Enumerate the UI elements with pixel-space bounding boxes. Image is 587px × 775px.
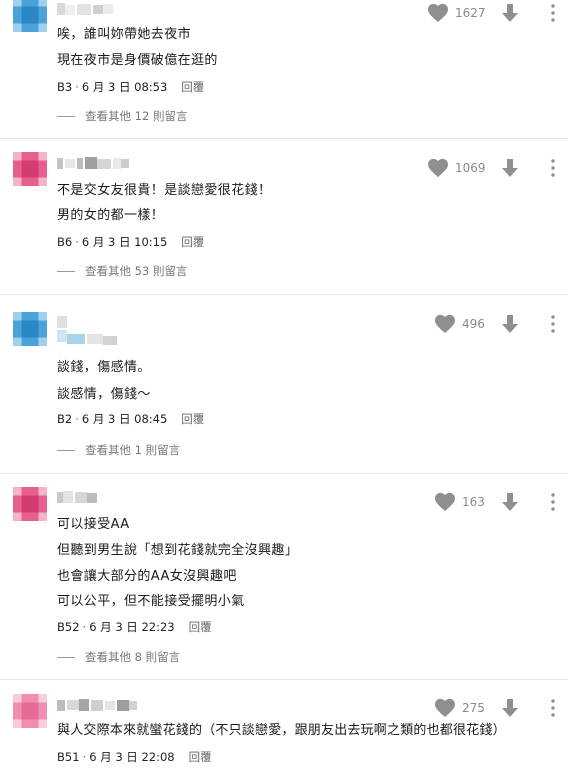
- floor-number: B2: [57, 412, 73, 426]
- comment-meta: B2 · 6 月 3 日 08:45 回覆: [57, 412, 205, 426]
- like-count: 1069: [455, 161, 486, 175]
- floor-number: B51: [57, 750, 80, 764]
- heart-icon[interactable]: [427, 158, 449, 178]
- comment-date: 6 月 3 日 08:53: [81, 80, 168, 94]
- comment-text-line: 不是交女友很貴！是談戀愛很花錢！: [57, 183, 272, 198]
- arrow-down-icon[interactable]: [501, 314, 519, 334]
- avatar[interactable]: [13, 694, 47, 728]
- view-more-replies-label: 查看其他 53 則留言: [85, 264, 188, 278]
- divider-dash: [57, 657, 75, 658]
- avatar[interactable]: [13, 487, 47, 521]
- reply-button[interactable]: 回覆: [181, 80, 204, 94]
- comment-meta: B3 · 6 月 3 日 08:53 回覆: [57, 80, 205, 94]
- more-vertical-icon[interactable]: [549, 698, 557, 718]
- comment-date: 6 月 3 日 08:45: [81, 412, 168, 426]
- comment-text-line: 男的女的都一樣！: [57, 208, 165, 223]
- arrow-down-icon[interactable]: [501, 158, 519, 178]
- view-more-replies-label: 查看其他 1 則留言: [85, 443, 181, 457]
- avatar[interactable]: [13, 0, 47, 32]
- author-name-blurred[interactable]: [57, 156, 133, 170]
- comment-text-line: 現在夜市是身價破億在逛的: [57, 53, 218, 68]
- comment-meta: B52 · 6 月 3 日 22:23 回覆: [57, 620, 212, 634]
- heart-icon[interactable]: [434, 698, 456, 718]
- comment-actions: 1069: [427, 158, 567, 180]
- more-vertical-icon[interactable]: [549, 158, 557, 178]
- comment-text-line: 談錢，傷感情。: [57, 360, 151, 375]
- comment-divider: [0, 138, 568, 139]
- floor-number: B52: [57, 620, 80, 634]
- heart-icon[interactable]: [434, 314, 456, 334]
- view-more-replies-link[interactable]: 查看其他 53 則留言: [57, 263, 187, 279]
- more-vertical-icon[interactable]: [549, 492, 557, 512]
- view-more-replies-link[interactable]: 查看其他 1 則留言: [57, 442, 180, 458]
- divider-dash: [57, 450, 75, 451]
- author-name-blurred[interactable]: [57, 698, 141, 712]
- reply-button[interactable]: 回覆: [189, 620, 212, 634]
- comment-actions: 163: [434, 492, 567, 514]
- arrow-down-icon[interactable]: [501, 492, 519, 512]
- comment-divider: [0, 473, 568, 474]
- like-count: 163: [462, 495, 485, 509]
- comment-meta: B51 · 6 月 3 日 22:08 回覆: [57, 750, 212, 764]
- author-name-blurred[interactable]: [57, 314, 121, 346]
- comment-text-line: 談感情，傷錢～: [57, 387, 151, 402]
- more-vertical-icon[interactable]: [549, 3, 557, 23]
- author-name-blurred[interactable]: [57, 490, 101, 504]
- comment-divider: [0, 294, 568, 295]
- avatar[interactable]: [13, 312, 47, 346]
- view-more-replies-link[interactable]: 查看其他 8 則留言: [57, 649, 180, 665]
- like-count: 496: [462, 317, 485, 331]
- arrow-down-icon[interactable]: [501, 3, 519, 23]
- comment-divider: [0, 679, 568, 680]
- like-count: 275: [462, 701, 485, 715]
- more-vertical-icon[interactable]: [549, 314, 557, 334]
- comment-date: 6 月 3 日 10:15: [81, 235, 168, 249]
- comment-text-line: 唉，誰叫妳帶她去夜市: [57, 27, 192, 42]
- comment-feed: 唉，誰叫妳帶她去夜市 現在夜市是身價破億在逛的 B3 · 6 月 3 日 08:53…: [0, 0, 587, 775]
- divider-dash: [57, 116, 75, 117]
- comment-date: 6 月 3 日 22:23: [89, 620, 175, 634]
- author-name-blurred[interactable]: [57, 2, 117, 16]
- view-more-replies-label: 查看其他 8 則留言: [85, 650, 181, 664]
- comment: 與人交際本來就蠻花錢的（不只談戀愛，跟朋友出去玩啊之類的也都很花錢） B51 · 6…: [0, 692, 587, 775]
- comment-text-line: 可以公平，但不能接受擺明小氣: [57, 594, 245, 609]
- comment-actions: 496: [434, 314, 567, 336]
- divider-dash: [57, 271, 75, 272]
- view-more-replies-link[interactable]: 查看其他 12 則留言: [57, 108, 187, 124]
- arrow-down-icon[interactable]: [501, 698, 519, 718]
- comment: 唉，誰叫妳帶她去夜市 現在夜市是身價破億在逛的 B3 · 6 月 3 日 08:53…: [0, 0, 587, 133]
- comment-meta: B6 · 6 月 3 日 10:15 回覆: [57, 235, 205, 249]
- comment-text-line: 與人交際本來就蠻花錢的（不只談戀愛，跟朋友出去玩啊之類的也都很花錢）: [57, 723, 506, 738]
- comment-text-line: 也會讓大部分的AA女沒興趣吧: [57, 569, 237, 584]
- comment: 不是交女友很貴！是談戀愛很花錢！ 男的女的都一樣！ B6 · 6 月 3 日 10:…: [0, 152, 587, 287]
- floor-number: B3: [57, 80, 73, 94]
- comment: 可以接受AA 但聽到男生說「想到花錢就完全沒興趣」 也會讓大部分的AA女沒興趣吧…: [0, 486, 587, 671]
- heart-icon[interactable]: [427, 3, 449, 23]
- view-more-replies-label: 查看其他 12 則留言: [85, 109, 188, 123]
- comment-actions: 275: [434, 698, 567, 720]
- reply-button[interactable]: 回覆: [181, 412, 204, 426]
- avatar[interactable]: [13, 152, 47, 186]
- comment-date: 6 月 3 日 22:08: [89, 750, 175, 764]
- comment: 談錢，傷感情。 談感情，傷錢～ B2 · 6 月 3 日 08:45 回覆 查看其他 …: [0, 308, 587, 468]
- comment-actions: 1627: [427, 3, 567, 25]
- heart-icon[interactable]: [434, 492, 456, 512]
- like-count: 1627: [455, 6, 486, 20]
- floor-number: B6: [57, 235, 73, 249]
- reply-button[interactable]: 回覆: [189, 750, 212, 764]
- comment-text-line: 但聽到男生說「想到花錢就完全沒興趣」: [57, 543, 299, 558]
- reply-button[interactable]: 回覆: [181, 235, 204, 249]
- comment-text-line: 可以接受AA: [57, 517, 130, 532]
